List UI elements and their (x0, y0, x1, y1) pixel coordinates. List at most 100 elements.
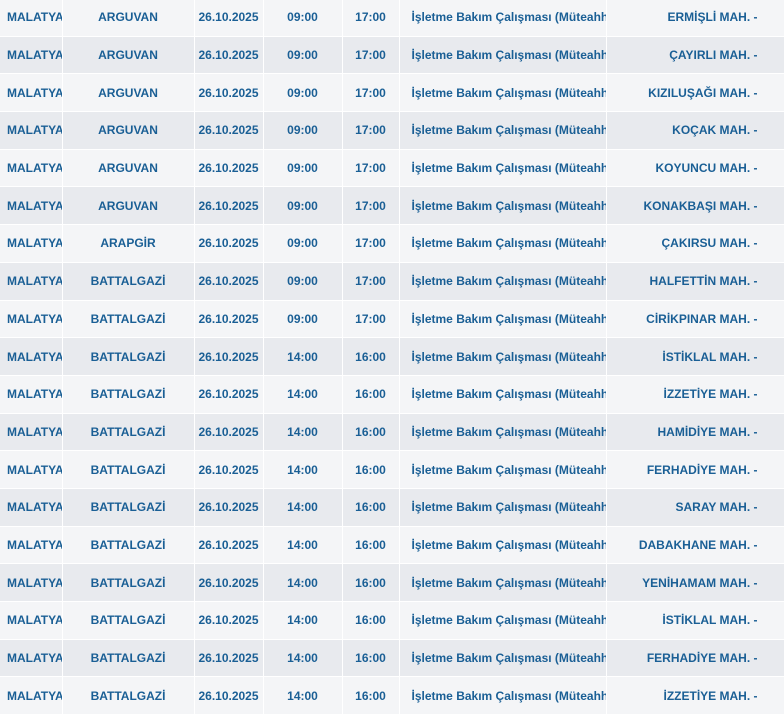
cell-province: MALATYA (0, 262, 63, 301)
cell-province: MALATYA (0, 450, 63, 489)
cell-start-time: 14:00 (263, 601, 343, 640)
cell-start-time: 09:00 (263, 73, 343, 113)
cell-date: 26.10.2025 (194, 186, 264, 226)
cell-district: BATTALGAZİ (62, 337, 195, 376)
cell-description: İşletme Bakım Çalışması (Müteahhit) (399, 262, 607, 301)
table-row: MALATYA BATTALGAZİ 26.10.2025 14:00 16:00 İşl… (0, 375, 784, 414)
cell-neighborhood: HAMİDİYE MAH. - (606, 413, 784, 452)
cell-neighborhood: ERMİŞLİ MAH. - (606, 0, 784, 37)
cell-end-time: 17:00 (342, 224, 400, 263)
cell-district: ARAPGİR (62, 224, 195, 263)
cell-district: BATTALGAZİ (62, 676, 195, 715)
cell-start-time: 09:00 (263, 36, 343, 75)
cell-description: İşletme Bakım Çalışması (Müteahhit) (399, 676, 607, 715)
cell-description: İşletme Bakım Çalışması (Müteahhit) (399, 526, 607, 565)
cell-district: BATTALGAZİ (62, 262, 195, 301)
cell-province: MALATYA (0, 413, 63, 452)
cell-description: İşletme Bakım Çalışması (Müteahhit) (399, 601, 607, 640)
cell-start-time: 14:00 (263, 676, 343, 715)
cell-province: MALATYA (0, 337, 63, 376)
cell-date: 26.10.2025 (194, 601, 264, 640)
cell-date: 26.10.2025 (194, 639, 264, 678)
cell-district: ARGUVAN (62, 149, 195, 188)
cell-start-time: 14:00 (263, 450, 343, 489)
cell-province: MALATYA (0, 601, 63, 640)
table-row: MALATYA ARGUVAN 26.10.2025 09:00 17:00 İşletm… (0, 36, 784, 75)
cell-neighborhood: HALFETTİN MAH. - (606, 262, 784, 301)
cell-description: İşletme Bakım Çalışması (Müteahhit) (399, 488, 607, 527)
cell-district: ARGUVAN (62, 111, 195, 150)
cell-start-time: 09:00 (263, 0, 343, 37)
cell-neighborhood: DABAKHANE MAH. - (606, 526, 784, 565)
cell-start-time: 09:00 (263, 111, 343, 150)
cell-province: MALATYA (0, 300, 63, 339)
cell-end-time: 16:00 (342, 413, 400, 452)
table-row: MALATYA BATTALGAZİ 26.10.2025 14:00 16:00 İşl… (0, 526, 784, 565)
cell-province: MALATYA (0, 111, 63, 150)
table-row: MALATYA ARGUVAN 26.10.2025 09:00 17:00 İşletm… (0, 149, 784, 188)
cell-neighborhood: İZZETİYE MAH. - (606, 676, 784, 715)
cell-district: BATTALGAZİ (62, 488, 195, 527)
cell-start-time: 14:00 (263, 375, 343, 414)
cell-district: ARGUVAN (62, 0, 195, 37)
cell-description: İşletme Bakım Çalışması (Müteahhit) (399, 563, 607, 602)
cell-province: MALATYA (0, 676, 63, 715)
cell-date: 26.10.2025 (194, 36, 264, 75)
cell-neighborhood: İSTİKLAL MAH. - (606, 601, 784, 640)
cell-start-time: 14:00 (263, 337, 343, 376)
cell-date: 26.10.2025 (194, 413, 264, 452)
cell-neighborhood: FERHADİYE MAH. - (606, 450, 784, 489)
cell-start-time: 09:00 (263, 300, 343, 339)
cell-neighborhood: KOÇAK MAH. - (606, 111, 784, 150)
cell-start-time: 14:00 (263, 413, 343, 452)
cell-description: İşletme Bakım Çalışması (Müteahhit) (399, 413, 607, 452)
cell-district: BATTALGAZİ (62, 300, 195, 339)
table-row: MALATYA BATTALGAZİ 26.10.2025 14:00 16:00 İşl… (0, 639, 784, 678)
cell-neighborhood: ÇAYIRLI MAH. - (606, 36, 784, 75)
cell-neighborhood: CİRİKPINAR MAH. - (606, 300, 784, 339)
table-body: MALATYA ARGUVAN 26.10.2025 09:00 17:00 İşletm… (0, 0, 784, 715)
cell-district: ARGUVAN (62, 73, 195, 113)
cell-start-time: 09:00 (263, 186, 343, 226)
cell-district: BATTALGAZİ (62, 563, 195, 602)
cell-date: 26.10.2025 (194, 224, 264, 263)
cell-province: MALATYA (0, 73, 63, 113)
cell-end-time: 16:00 (342, 450, 400, 489)
cell-description: İşletme Bakım Çalışması (Müteahhit) (399, 375, 607, 414)
cell-date: 26.10.2025 (194, 0, 264, 37)
cell-start-time: 09:00 (263, 262, 343, 301)
cell-description: İşletme Bakım Çalışması (Müteahhit) (399, 73, 607, 113)
cell-province: MALATYA (0, 563, 63, 602)
cell-end-time: 16:00 (342, 488, 400, 527)
cell-end-time: 16:00 (342, 676, 400, 715)
cell-end-time: 17:00 (342, 300, 400, 339)
cell-start-time: 09:00 (263, 224, 343, 263)
table-row: MALATYA BATTALGAZİ 26.10.2025 14:00 16:00 İşl… (0, 488, 784, 527)
cell-neighborhood: SARAY MAH. - (606, 488, 784, 527)
cell-neighborhood: İSTİKLAL MAH. - (606, 337, 784, 376)
table-row: MALATYA BATTALGAZİ 26.10.2025 14:00 16:00 İşl… (0, 601, 784, 640)
cell-end-time: 17:00 (342, 0, 400, 37)
cell-date: 26.10.2025 (194, 73, 264, 113)
cell-date: 26.10.2025 (194, 337, 264, 376)
cell-end-time: 17:00 (342, 111, 400, 150)
cell-description: İşletme Bakım Çalışması (Müteahhit) (399, 36, 607, 75)
table-row: MALATYA BATTALGAZİ 26.10.2025 14:00 16:00 İşl… (0, 450, 784, 489)
cell-province: MALATYA (0, 186, 63, 226)
cell-date: 26.10.2025 (194, 300, 264, 339)
cell-neighborhood: KOYUNCU MAH. - (606, 149, 784, 188)
cell-neighborhood: KIZILUŞAĞI MAH. - (606, 73, 784, 113)
cell-end-time: 17:00 (342, 262, 400, 301)
cell-district: ARGUVAN (62, 36, 195, 75)
table-row: MALATYA BATTALGAZİ 26.10.2025 09:00 17:00 İşl… (0, 300, 784, 339)
cell-start-time: 09:00 (263, 149, 343, 188)
outage-table-container: MALATYA ARGUVAN 26.10.2025 09:00 17:00 İşletm… (0, 0, 784, 715)
cell-date: 26.10.2025 (194, 526, 264, 565)
cell-end-time: 16:00 (342, 601, 400, 640)
cell-date: 26.10.2025 (194, 450, 264, 489)
cell-start-time: 14:00 (263, 526, 343, 565)
cell-date: 26.10.2025 (194, 149, 264, 188)
cell-province: MALATYA (0, 36, 63, 75)
cell-district: BATTALGAZİ (62, 601, 195, 640)
table-row: MALATYA ARGUVAN 26.10.2025 09:00 17:00 İşletm… (0, 111, 784, 150)
